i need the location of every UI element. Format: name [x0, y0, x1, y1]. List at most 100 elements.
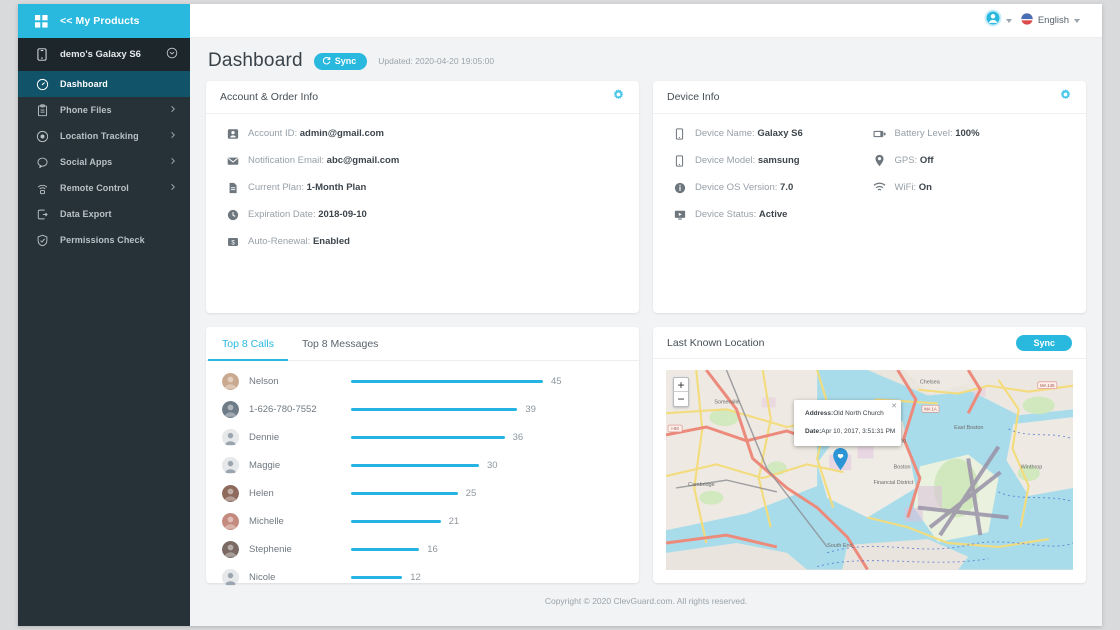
topbar: English [190, 4, 1102, 38]
account-menu-button[interactable] [984, 9, 1012, 32]
info-text: GPS: Off [894, 155, 934, 166]
call-row: Dennie 36 [222, 423, 625, 451]
map-zoom-in-button[interactable]: + [674, 378, 688, 393]
shield-check-icon [35, 233, 49, 247]
call-count-value: 12 [410, 571, 421, 583]
svg-text:MA 145: MA 145 [1040, 383, 1055, 388]
call-contact-name: Nicole [249, 571, 276, 583]
info-text: Notification Email: abc@gmail.com [248, 155, 400, 166]
device-info-left-column: Device Name: Galaxy S6 Device Model: sam… [673, 127, 867, 235]
sidebar-item-label: Data Export [60, 209, 112, 219]
info-row-battery-level: Battery Level: 100% [872, 127, 1067, 140]
map-zoom-out-button[interactable]: − [674, 392, 688, 406]
top-calls-card: Top 8 Calls Top 8 Messages Nelson 45 1-626… [206, 327, 639, 586]
info-text: Expiration Date: 2018-09-10 [248, 209, 367, 220]
info-row-device-model: Device Model: samsung [673, 154, 867, 167]
screen-icon [673, 208, 686, 221]
call-bar-wrap: 39 [351, 404, 625, 415]
call-bar-wrap: 12 [351, 572, 625, 583]
contact-avatar [222, 484, 239, 502]
close-icon[interactable]: ✕ [891, 402, 897, 410]
svg-text:East Boston: East Boston [954, 425, 983, 431]
map-info-popup: ✕ Address:Old North Church Date:Apr 10, … [794, 400, 901, 446]
sidebar-item-label: Permissions Check [60, 235, 145, 245]
sidebar-item-remote-control[interactable]: Remote Control [18, 175, 190, 201]
info-row-notification-email: Notification Email: abc@gmail.com [226, 154, 619, 167]
svg-text:Chelsea: Chelsea [920, 380, 940, 386]
call-bar-wrap: 30 [351, 460, 625, 471]
call-contact-name: Dennie [249, 431, 280, 443]
sidebar-item-location-tracking[interactable]: Location Tracking [18, 123, 190, 149]
cards-grid-bottom: Top 8 Calls Top 8 Messages Nelson 45 1-626… [206, 327, 1086, 586]
call-contact-name: 1-626-780-7552 [249, 403, 317, 415]
envelope-icon [226, 154, 239, 167]
call-row: Maggie 30 [222, 451, 625, 479]
sidebar-device-selector[interactable]: demo's Galaxy S6 [18, 38, 190, 71]
gear-icon[interactable] [1059, 88, 1072, 106]
map-canvas[interactable]: US 1 MA 1A MA 145 I-93 Somerville [666, 370, 1073, 570]
sidebar-item-data-export[interactable]: Data Export [18, 201, 190, 227]
call-row: Michelle 21 [222, 507, 625, 535]
sidebar-item-social-apps[interactable]: Social Apps [18, 149, 190, 175]
tab-top-8-calls[interactable]: Top 8 Calls [208, 327, 288, 361]
phone-icon [673, 127, 686, 140]
info-text: Device Name: Galaxy S6 [695, 128, 803, 139]
call-bar [351, 435, 505, 439]
user-avatar-icon [984, 9, 1002, 32]
gear-icon[interactable] [612, 88, 625, 106]
sidebar-item-phone-files[interactable]: Phone Files [18, 97, 190, 123]
card-title: Device Info [667, 91, 720, 103]
call-row: Stephenie 16 [222, 535, 625, 563]
info-text: Battery Level: 100% [894, 128, 980, 139]
chevron-down-icon [1074, 18, 1080, 23]
call-count-value: 39 [525, 403, 536, 415]
call-contact-name: Helen [249, 487, 274, 499]
info-text: Auto-Renewal: Enabled [248, 236, 350, 247]
contact-card-icon [226, 127, 239, 140]
sidebar-item-label: Dashboard [60, 79, 108, 89]
info-row-expiration-date: Expiration Date: 2018-09-10 [226, 208, 619, 221]
sync-button[interactable]: Sync [313, 52, 368, 70]
info-row-device-os-version: Device OS Version: 7.0 [673, 181, 867, 194]
flag-icon [1021, 13, 1033, 28]
page-content: Dashboard Sync Updated: 2020-04-20 19:05… [190, 38, 1102, 626]
sidebar-item-dashboard[interactable]: Dashboard [18, 71, 190, 97]
sidebar-item-permissions-check[interactable]: Permissions Check [18, 227, 190, 253]
chevron-right-icon [169, 157, 177, 167]
grid-icon [35, 14, 48, 28]
call-bar-wrap: 16 [351, 544, 625, 555]
call-bar-wrap: 45 [351, 376, 625, 387]
map-pin-icon[interactable] [832, 448, 849, 475]
calls-list: Nelson 45 1-626-780-7552 39 Dennie 36 Maggie 30… [206, 361, 639, 597]
map-zoom-controls: + − [673, 377, 689, 408]
svg-text:MA 1A: MA 1A [924, 407, 937, 412]
call-contact-name: Michelle [249, 515, 284, 527]
call-count-value: 45 [551, 375, 562, 387]
call-bar [351, 491, 458, 495]
call-contact-name: Stephenie [249, 543, 292, 555]
chevron-down-icon[interactable] [166, 47, 178, 62]
tab-top-8-messages[interactable]: Top 8 Messages [288, 327, 392, 361]
clock-icon [226, 208, 239, 221]
call-count-value: 25 [465, 487, 477, 499]
language-selector[interactable]: English [1021, 13, 1080, 28]
card-header: Account & Order Info [206, 81, 639, 114]
main-area: English Dashboard Sync Updated: 2020-04-… [190, 4, 1102, 626]
contact-avatar [222, 512, 239, 530]
sidebar-item-label: Phone Files [60, 105, 112, 115]
info-text: Device Status: Active [695, 209, 788, 220]
card-title: Last Known Location [667, 336, 765, 349]
sidebar-item-label: Remote Control [60, 183, 129, 193]
battery-icon [872, 127, 886, 140]
phone-icon [35, 48, 49, 62]
default-avatar-icon [222, 456, 239, 474]
app-window: << My Products demo's Galaxy S6 Dashboar… [18, 4, 1102, 626]
map-sync-button[interactable]: Sync [1016, 334, 1072, 351]
target-icon [35, 129, 49, 143]
chevron-right-icon [169, 105, 177, 115]
brand-my-products[interactable]: << My Products [18, 4, 190, 38]
info-row-current-plan: Current Plan: 1-Month Plan [226, 181, 619, 194]
svg-text:Somerville: Somerville [714, 400, 739, 406]
info-text: Device Model: samsung [695, 155, 800, 166]
money-icon: $ [226, 235, 239, 248]
